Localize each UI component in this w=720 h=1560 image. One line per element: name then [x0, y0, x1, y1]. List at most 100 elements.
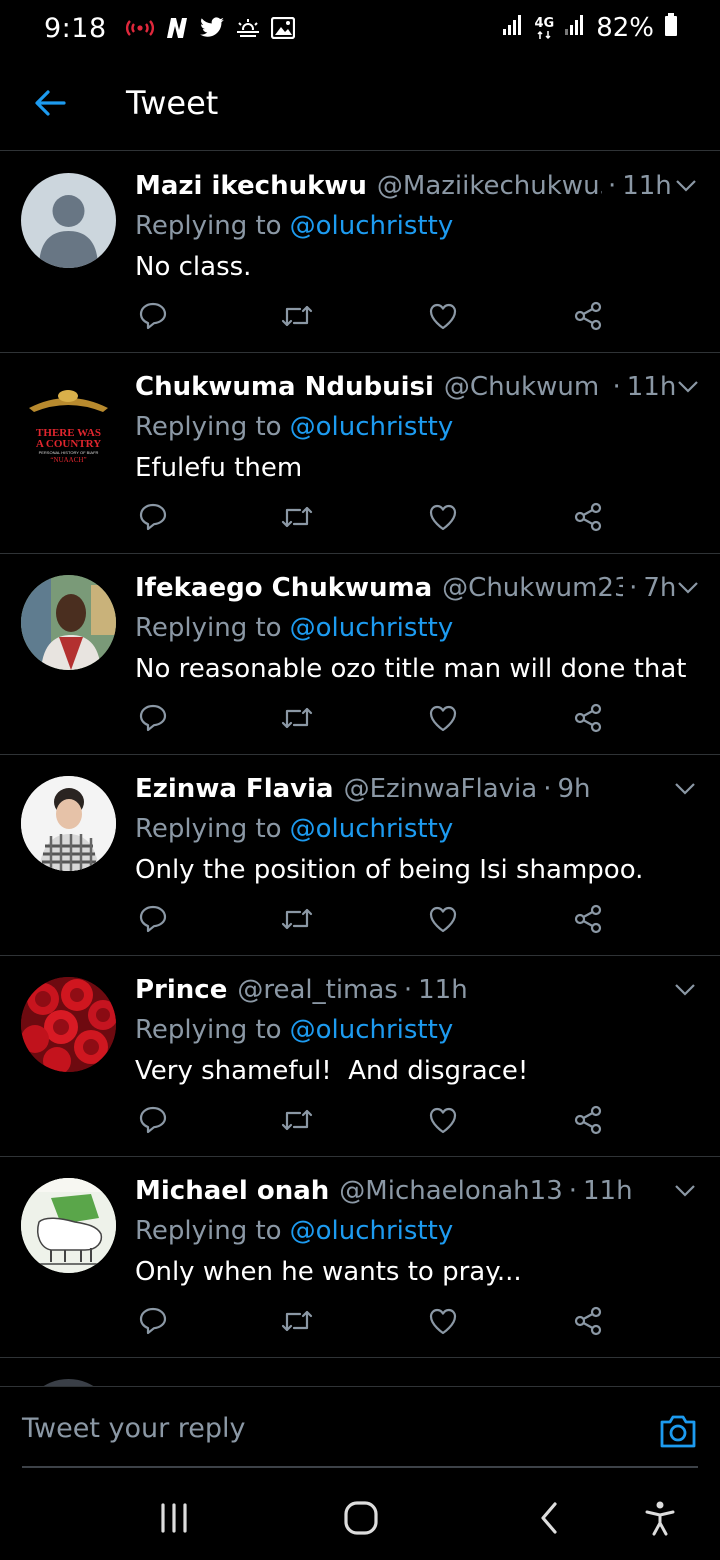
replying-to-handle[interactable]: @oluchristty	[290, 1015, 454, 1045]
reply-button[interactable]	[135, 1102, 171, 1138]
home-button[interactable]	[343, 1500, 379, 1536]
avatar[interactable]: THERE WAS A COUNTRY PERSONAL HISTORY OF …	[21, 374, 116, 469]
reply-button[interactable]	[135, 1303, 171, 1339]
reply-input[interactable]: Tweet your reply	[22, 1413, 246, 1444]
replying-to-label: Replying to	[135, 613, 282, 643]
back-nav-button[interactable]	[538, 1500, 560, 1536]
like-button[interactable]	[425, 901, 461, 937]
heart-icon	[429, 705, 457, 732]
avatar[interactable]	[21, 977, 116, 1072]
replying-to-handle[interactable]: @oluchristty	[290, 211, 454, 241]
avatar[interactable]	[21, 1178, 116, 1273]
author-name[interactable]: Ifekaego Chukwuma	[135, 573, 432, 603]
avatar-text-line: PERSONAL HISTORY OF BIAFR	[39, 450, 99, 455]
share-button[interactable]	[570, 700, 606, 736]
like-button[interactable]	[425, 499, 461, 535]
gallery-icon	[270, 17, 295, 39]
retweet-button[interactable]	[279, 901, 315, 937]
system-nav-bar	[0, 1470, 720, 1560]
author-handle[interactable]: @Maziikechukwu3	[377, 171, 602, 201]
accessibility-button[interactable]	[644, 1500, 676, 1536]
chevron-down-icon[interactable]	[676, 380, 700, 394]
avatar[interactable]	[21, 1379, 116, 1386]
tweet-text: No class.	[135, 252, 252, 282]
author-name[interactable]: Chukwuma Ndubuisi	[135, 372, 434, 402]
recent-apps-icon	[161, 1503, 187, 1533]
chevron-down-icon[interactable]	[672, 179, 700, 193]
reply-icon	[139, 1106, 167, 1134]
retweet-button[interactable]	[279, 1102, 315, 1138]
reply-button[interactable]	[135, 298, 171, 334]
separator-dot: ·	[629, 573, 638, 603]
back-chevron-icon	[541, 1502, 557, 1534]
like-button[interactable]	[425, 1102, 461, 1138]
tweet-text: Very shameful! And disgrace!	[135, 1056, 529, 1086]
tweet-item[interactable]: THERE WAS A COUNTRY PERSONAL HISTORY OF …	[0, 353, 720, 554]
chevron-down-icon[interactable]	[670, 782, 700, 796]
recent-apps-button[interactable]	[158, 1500, 190, 1536]
retweet-button[interactable]	[279, 499, 315, 535]
separator-dot: ·	[607, 171, 617, 201]
replying-to-handle[interactable]: @oluchristty	[290, 814, 454, 844]
chevron-down-icon[interactable]	[676, 581, 700, 595]
replying-to-label: Replying to	[135, 412, 282, 442]
home-icon	[344, 1501, 378, 1535]
replying-to-handle[interactable]: @oluchristty	[290, 1216, 454, 1246]
retweet-button[interactable]	[279, 1303, 315, 1339]
author-handle[interactable]: @real_timas	[237, 975, 398, 1005]
author-handle[interactable]: @EzinwaFlavia	[344, 774, 538, 804]
weather-icon	[235, 17, 261, 39]
share-button[interactable]	[570, 1102, 606, 1138]
tweet-item-partial[interactable]	[0, 1358, 720, 1386]
tweet-actions	[135, 1102, 605, 1138]
retweet-icon	[281, 908, 313, 930]
author-name[interactable]: Prince	[135, 975, 227, 1005]
reply-button[interactable]	[135, 901, 171, 937]
replying-to-handle[interactable]: @oluchristty	[290, 613, 454, 643]
camera-button[interactable]	[658, 1413, 698, 1451]
tweet-item[interactable]: Michael onah @Michaelonah13 · 11h Replyi…	[0, 1157, 720, 1358]
avatar[interactable]	[21, 173, 116, 268]
back-button[interactable]	[0, 56, 100, 151]
author-name[interactable]: Ezinwa Flavia	[135, 774, 334, 804]
tweet-item[interactable]: Prince @real_timas · 11h Replying to @olu…	[0, 956, 720, 1157]
reply-feed[interactable]: Mazi ikechukwu @Maziikechukwu3 · 11h Rep…	[0, 152, 720, 1386]
twitter-icon	[199, 17, 225, 39]
tweet-item[interactable]: Ezinwa Flavia @EzinwaFlavia · 9h Replyin…	[0, 755, 720, 956]
retweet-button[interactable]	[279, 700, 315, 736]
avatar[interactable]	[21, 575, 116, 670]
like-button[interactable]	[425, 298, 461, 334]
author-name[interactable]: Michael onah	[135, 1176, 329, 1206]
retweet-icon	[281, 1109, 313, 1131]
tweet-actions	[135, 499, 605, 535]
tweet-item[interactable]: Mazi ikechukwu @Maziikechukwu3 · 11h Rep…	[0, 152, 720, 353]
share-icon	[574, 1105, 602, 1135]
share-button[interactable]	[570, 298, 606, 334]
header: Tweet	[0, 56, 720, 151]
author-handle[interactable]: @Chukwuma...	[444, 372, 599, 402]
signal-icon	[502, 13, 524, 43]
author-name[interactable]: Mazi ikechukwu	[135, 171, 367, 201]
page-title: Tweet	[126, 84, 219, 122]
author-handle[interactable]: @Michaelonah13	[339, 1176, 562, 1206]
author-handle[interactable]: @Chukwum235...	[442, 573, 623, 603]
replying-to-handle[interactable]: @oluchristty	[290, 412, 454, 442]
separator-dot: ·	[543, 774, 552, 804]
share-icon	[574, 301, 602, 331]
chevron-down-icon[interactable]	[670, 1184, 700, 1198]
share-button[interactable]	[570, 1303, 606, 1339]
camera-icon	[660, 1415, 696, 1448]
tweet-item[interactable]: Ifekaego Chukwuma @Chukwum235... · 7h Re…	[0, 554, 720, 755]
like-button[interactable]	[425, 1303, 461, 1339]
chevron-down-icon[interactable]	[670, 983, 700, 997]
network-type-icon: 4G	[534, 17, 554, 40]
reply-button[interactable]	[135, 499, 171, 535]
status-bar: 9:18 4G 82%	[0, 0, 720, 56]
like-button[interactable]	[425, 700, 461, 736]
avatar[interactable]	[21, 776, 116, 871]
reply-button[interactable]	[135, 700, 171, 736]
share-button[interactable]	[570, 499, 606, 535]
retweet-button[interactable]	[279, 298, 315, 334]
share-icon	[574, 703, 602, 733]
share-button[interactable]	[570, 901, 606, 937]
